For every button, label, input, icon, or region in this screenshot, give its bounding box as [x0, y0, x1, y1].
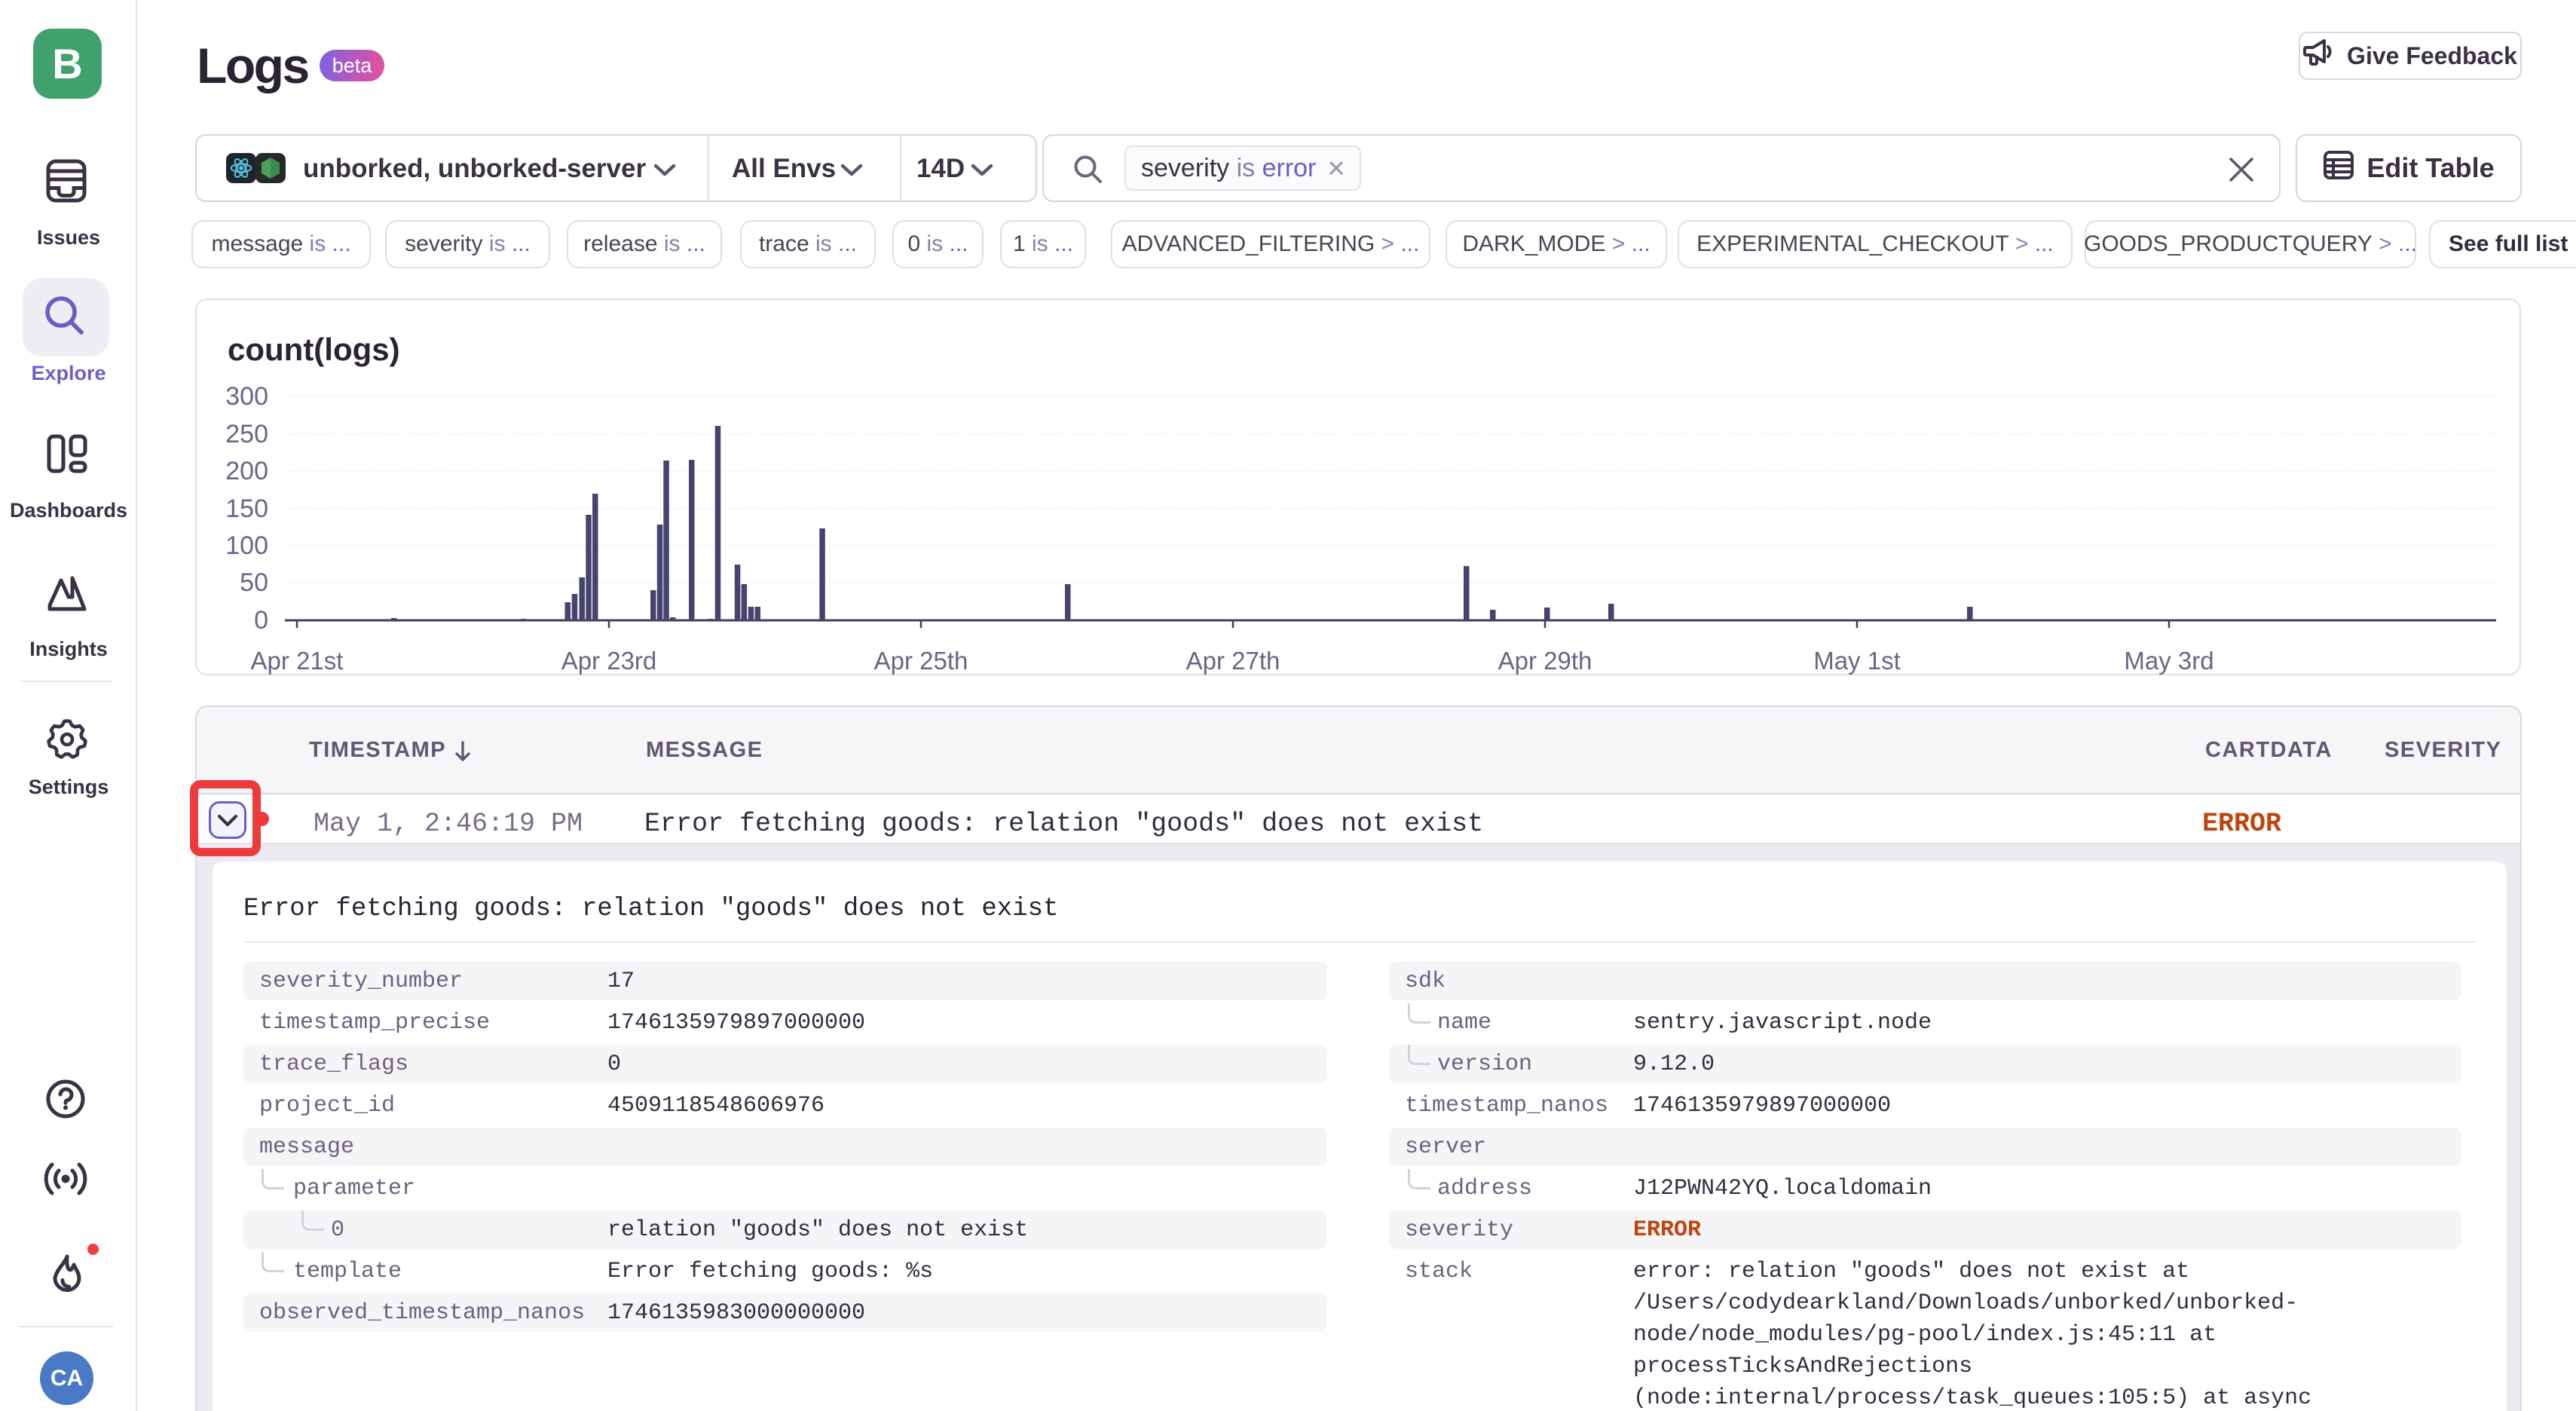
- svg-text:200: 200: [225, 457, 268, 485]
- svg-text:300: 300: [225, 382, 268, 411]
- svg-text:0: 0: [254, 606, 268, 635]
- svg-text:150: 150: [225, 494, 268, 523]
- svg-text:250: 250: [225, 420, 268, 448]
- svg-text:Apr 21st: Apr 21st: [251, 647, 344, 675]
- svg-text:Apr 25th: Apr 25th: [874, 647, 968, 675]
- svg-text:Apr 29th: Apr 29th: [1498, 647, 1592, 675]
- svg-text:Apr 27th: Apr 27th: [1186, 647, 1280, 675]
- svg-text:Apr 23rd: Apr 23rd: [561, 647, 657, 675]
- svg-text:May 3rd: May 3rd: [2124, 647, 2213, 675]
- svg-text:50: 50: [240, 568, 268, 597]
- svg-text:May 1st: May 1st: [1813, 647, 1901, 675]
- svg-text:100: 100: [225, 531, 268, 560]
